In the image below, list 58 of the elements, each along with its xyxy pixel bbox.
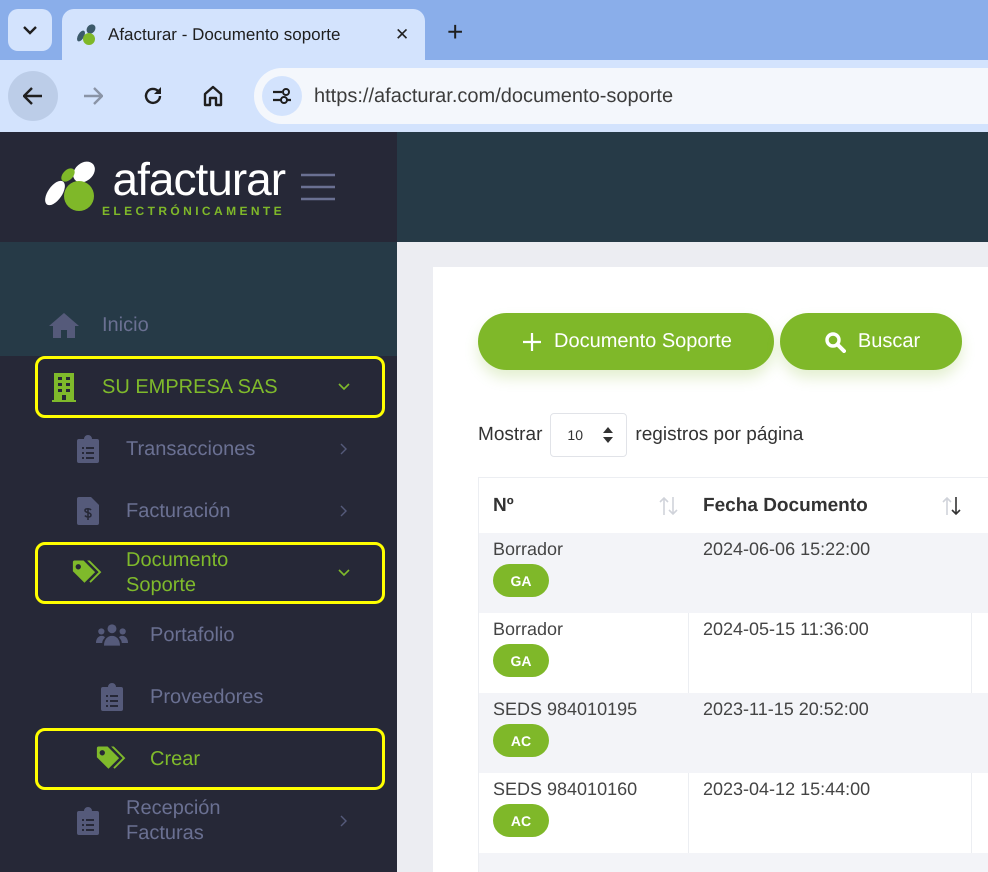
chevron-down-icon — [338, 569, 350, 577]
sidebar-item[interactable]: Documento Soporte — [35, 542, 385, 604]
close-tab-button[interactable]: ✕ — [391, 24, 413, 45]
search-icon — [824, 330, 846, 352]
back-button[interactable] — [8, 71, 58, 121]
page-size-select[interactable]: 10 — [550, 413, 628, 457]
column-header-label: Nº — [493, 494, 514, 516]
sidebar-item[interactable]: SU EMPRESA SAS — [35, 356, 385, 418]
document-date: 2023-04-12 15:44:00 — [703, 779, 870, 800]
reload-icon — [143, 86, 163, 106]
clipboard-list-icon — [77, 435, 99, 463]
show-label: Mostrar — [478, 424, 542, 446]
menu-icon — [299, 172, 338, 202]
logo-tagline: ELECTRÓNICAMENTE — [102, 204, 286, 218]
url-text: https://afacturar.com/documento-soporte — [314, 84, 674, 108]
tab-list-button[interactable] — [8, 9, 52, 51]
chevron-down-icon — [23, 26, 37, 34]
address-bar[interactable]: https://afacturar.com/documento-soporte — [254, 68, 988, 124]
sort-icon[interactable] — [942, 496, 962, 516]
forward-arrow-icon — [83, 87, 103, 105]
sliders-icon — [272, 88, 292, 104]
document-date: 2024-06-06 15:22:00 — [703, 539, 870, 560]
plus-icon — [522, 332, 542, 352]
column-header[interactable]: Fecha Documento — [689, 478, 972, 533]
menu-button[interactable] — [299, 172, 338, 202]
home-icon — [203, 85, 223, 107]
users-icon — [96, 622, 128, 648]
records-per-page-label: registros por página — [635, 424, 804, 446]
sidebar-item[interactable]: Crear — [35, 728, 385, 790]
chevron-right-icon — [340, 505, 348, 517]
leaf-logo-icon — [76, 24, 98, 46]
status-badge: AC — [493, 724, 549, 757]
tab-title: Afacturar - Documento soporte — [108, 24, 342, 44]
home-icon — [48, 311, 80, 339]
column-header[interactable]: Nº — [479, 478, 689, 533]
document-date: 2023-11-15 20:52:00 — [703, 699, 869, 720]
site-settings-button[interactable] — [262, 76, 302, 116]
back-arrow-icon — [23, 87, 43, 105]
up-down-caret-icon — [602, 426, 614, 444]
new-tab-button[interactable]: + — [443, 18, 468, 46]
chevron-right-icon — [340, 443, 348, 455]
chevron-right-icon — [340, 815, 348, 827]
status-badge: GA — [493, 564, 549, 597]
clipboard-list-icon — [77, 807, 99, 835]
document-number: Borrador — [493, 539, 564, 560]
status-badge: AC — [493, 804, 549, 837]
building-icon — [52, 372, 76, 402]
chevron-down-icon — [338, 383, 350, 391]
clipboard-list-icon — [101, 683, 123, 711]
document-number: SEDS 984010195 — [493, 699, 638, 720]
document-number: Borrador — [493, 619, 564, 640]
document-number: SEDS 984010160 — [493, 779, 638, 800]
logo-wordmark: afacturar — [112, 156, 286, 202]
status-badge: GA — [493, 644, 549, 677]
document-date: 2024-05-15 11:36:00 — [703, 619, 869, 640]
invoice-dollar-icon — [77, 497, 99, 525]
column-header-label: Fecha Documento — [703, 494, 868, 516]
browser-tab[interactable]: Afacturar - Documento soporte ✕ — [62, 9, 425, 60]
